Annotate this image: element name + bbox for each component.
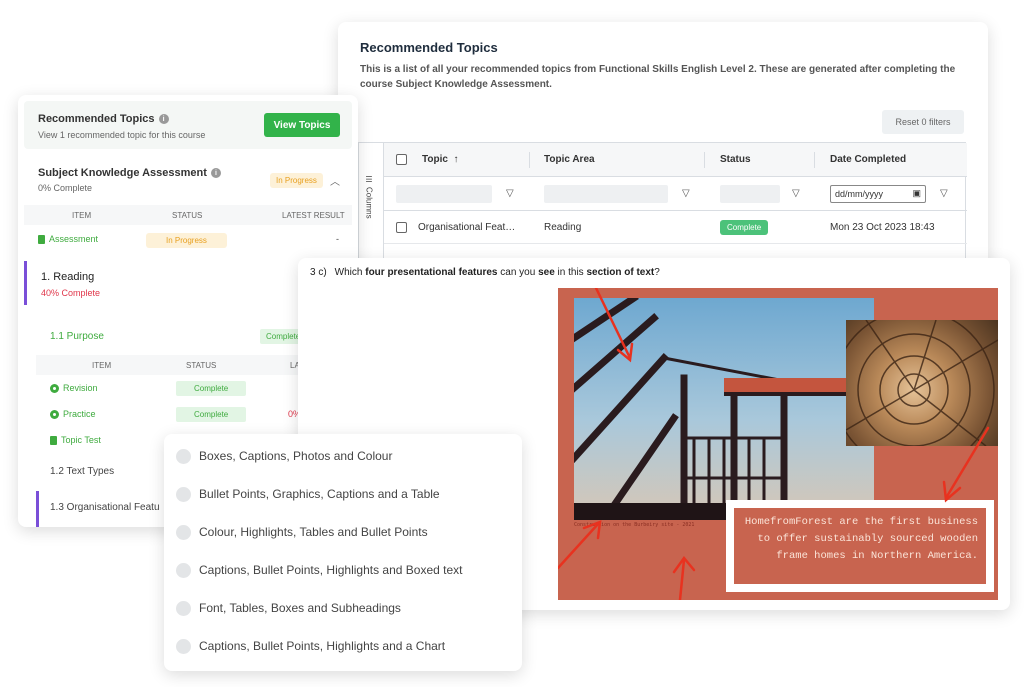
panel-description: This is a list of all your recommended t…: [360, 64, 956, 90]
chevron-up-icon[interactable]: ︿: [330, 173, 340, 188]
header-date-completed[interactable]: Date Completed: [830, 143, 906, 176]
topic-title[interactable]: 1.1 Purpose: [50, 331, 104, 342]
topic-test-link[interactable]: Topic Test: [50, 435, 101, 445]
assessment-title: Subject Knowledge Assessment: [38, 167, 207, 179]
radio-button[interactable]: [176, 524, 191, 540]
document-icon: [38, 234, 45, 244]
reset-filters-button[interactable]: Reset 0 filters: [882, 110, 964, 134]
question-number: 3 c): [310, 267, 327, 278]
latest-result: -: [336, 234, 339, 244]
question-text: 3 c) Which four presentational features c…: [310, 267, 660, 278]
status-badge: Complete: [720, 219, 769, 235]
radio-button[interactable]: [176, 600, 191, 616]
answer-option[interactable]: Boxes, Captions, Photos and Colour: [176, 444, 392, 468]
module-title: 1. Reading: [41, 271, 95, 283]
text-stimulus-image: Construction on the Burbeiry site - 2021…: [558, 288, 998, 600]
panel-title: Recommended Topics: [360, 40, 498, 55]
answer-option[interactable]: Colour, Highlights, Tables and Bullet Po…: [176, 520, 428, 544]
grid-header-row: Topic ↑ Topic Area Status Date Completed: [384, 143, 967, 177]
header-topic-area[interactable]: Topic Area: [544, 143, 595, 176]
date-filter-input[interactable]: dd/mm/yyyy ▣: [830, 184, 926, 203]
filter-funnel-icon[interactable]: ▽: [506, 188, 514, 199]
annotation-arrows: [558, 288, 990, 600]
practice-link[interactable]: Practice: [50, 409, 96, 419]
radio-button[interactable]: [176, 638, 191, 654]
assessment-link[interactable]: Assessment: [38, 234, 98, 244]
status-badge: In Progress: [270, 173, 323, 188]
recommended-topics-box: Recommended Topics i View 1 recommended t…: [24, 101, 352, 149]
status-filter-input[interactable]: [720, 184, 780, 203]
assessment-progress: 0% Complete: [38, 183, 93, 193]
answer-option[interactable]: Captions, Bullet Points, Highlights and …: [176, 634, 445, 658]
radio-button[interactable]: [176, 562, 191, 578]
topic-filter-input[interactable]: [396, 184, 492, 203]
columns-label: Columns: [364, 187, 374, 219]
recommended-title: Recommended Topics: [38, 113, 155, 125]
assessment-table-header: ITEM STATUS LATEST RESULT: [24, 205, 352, 225]
info-icon[interactable]: i: [210, 168, 221, 178]
status-badge: In Progress: [146, 233, 227, 248]
view-topics-button[interactable]: View Topics: [264, 113, 340, 137]
filter-funnel-icon[interactable]: ▽: [940, 188, 948, 199]
row-checkbox[interactable]: [396, 221, 407, 233]
module-progress: 40% Complete: [41, 288, 101, 298]
grid-filter-row: ▽ ▽ ▽ dd/mm/yyyy ▣ ▽: [384, 177, 967, 211]
columns-toggle[interactable]: ☰ Columns: [359, 143, 384, 267]
revision-link[interactable]: Revision: [50, 383, 98, 393]
topic-text-types[interactable]: 1.2 Text Types: [50, 466, 114, 477]
filter-funnel-icon[interactable]: ▽: [792, 188, 800, 199]
columns-icon: ☰: [364, 175, 374, 184]
row-date: Mon 23 Oct 2023 18:43: [830, 221, 935, 233]
recommended-subtitle: View 1 recommended topic for this course: [38, 130, 206, 140]
header-status[interactable]: Status: [720, 143, 751, 176]
info-icon[interactable]: i: [158, 114, 169, 124]
radio-button[interactable]: [176, 448, 191, 464]
topic-area-filter-input[interactable]: [544, 184, 668, 203]
answer-option[interactable]: Captions, Bullet Points, Highlights and …: [176, 558, 462, 582]
sort-asc-icon: ↑: [453, 154, 459, 165]
topics-grid: ☰ Columns Topic ↑ Topic Area Status Date …: [358, 142, 967, 267]
answer-options-panel: Boxes, Captions, Photos and Colour Bulle…: [164, 434, 522, 671]
header-topic[interactable]: Topic ↑: [422, 143, 459, 176]
row-topic-area: Reading: [544, 221, 582, 233]
document-icon: [50, 435, 57, 445]
radio-button[interactable]: [176, 486, 191, 502]
table-row[interactable]: Organisational Feat… Reading Complete Mo…: [384, 211, 967, 244]
status-badge: Complete: [176, 381, 247, 396]
answer-option[interactable]: Font, Tables, Boxes and Subheadings: [176, 596, 401, 620]
status-badge: Complete: [176, 407, 247, 422]
select-all-checkbox[interactable]: [396, 154, 407, 165]
row-topic: Organisational Feat…: [418, 221, 516, 233]
calendar-icon: ▣: [912, 188, 921, 198]
assessment-section[interactable]: Subject Knowledge Assessment i 0% Complet…: [24, 155, 352, 203]
answer-option[interactable]: Bullet Points, Graphics, Captions and a …: [176, 482, 440, 506]
filter-funnel-icon[interactable]: ▽: [682, 188, 690, 199]
practice-icon: [50, 409, 59, 419]
revision-icon: [50, 383, 59, 393]
recommended-topics-panel: Recommended Topics This is a list of all…: [338, 22, 988, 267]
